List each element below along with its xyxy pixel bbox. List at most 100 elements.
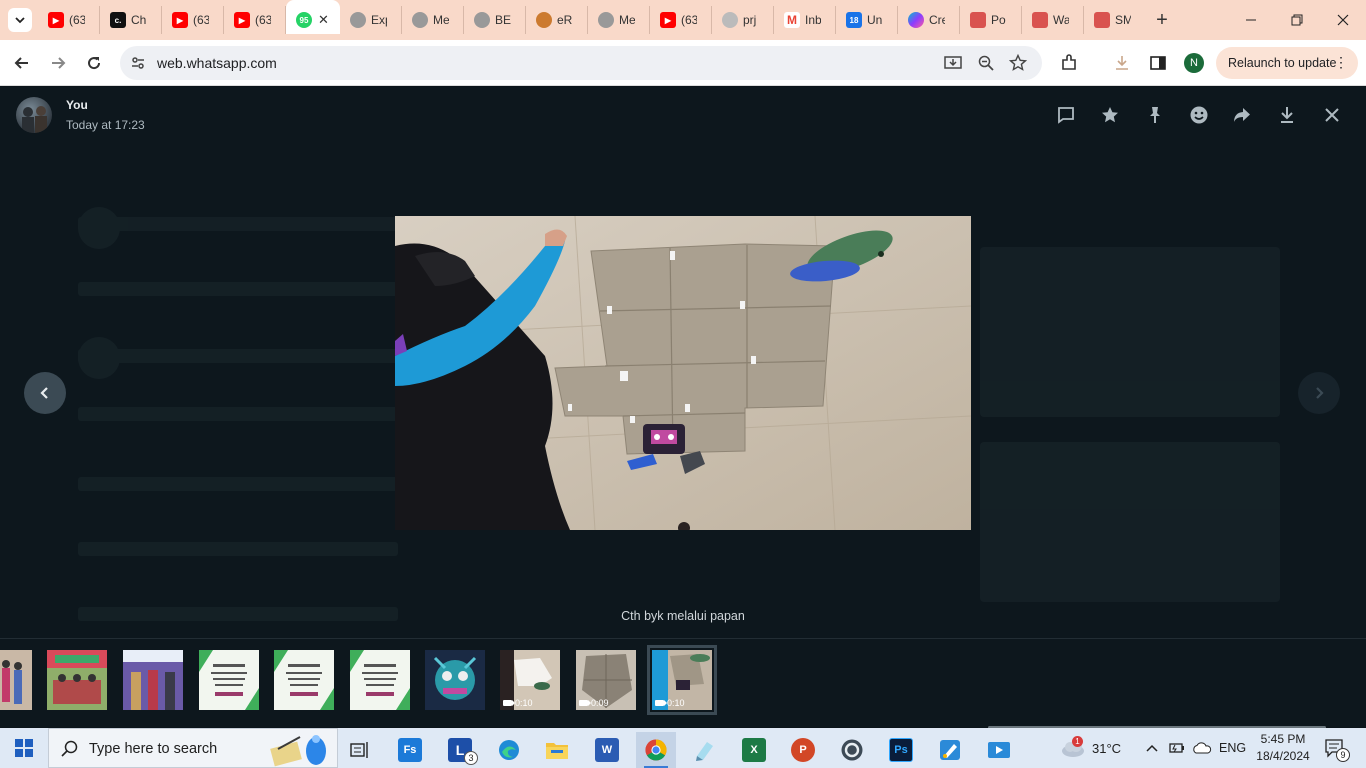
- thumbnail-people-photo[interactable]: [0, 650, 32, 710]
- weather-widget[interactable]: 1 31°C: [1060, 728, 1121, 768]
- arrow-left-icon: [14, 57, 28, 69]
- taskbar-clock[interactable]: 5:45 PM 18/4/2024: [1250, 731, 1316, 765]
- tab-search-button[interactable]: [8, 8, 32, 32]
- window-close-button[interactable]: [1320, 0, 1366, 40]
- taskbar-chrome[interactable]: [636, 732, 676, 768]
- tab-label: prj: [743, 13, 757, 27]
- taskbar-edge[interactable]: [489, 732, 529, 768]
- thumbnail-robot-photo[interactable]: [425, 650, 485, 710]
- zoom-icon[interactable]: [976, 53, 996, 73]
- task-view-button[interactable]: [340, 732, 380, 768]
- tab[interactable]: prj: [712, 6, 774, 34]
- thumbnail-stage-photo[interactable]: [123, 650, 183, 710]
- install-app-icon[interactable]: [943, 53, 963, 73]
- chevron-down-icon: [15, 17, 25, 24]
- onedrive-button[interactable]: [1192, 728, 1212, 768]
- tab[interactable]: ▶ (63: [38, 6, 100, 34]
- download-media-button[interactable]: [1275, 103, 1299, 127]
- thumbnail-video[interactable]: 0:10: [500, 650, 560, 710]
- ghost-row: [78, 542, 398, 556]
- taskbar-powerpoint[interactable]: P: [783, 732, 823, 768]
- taskbar-fs-app[interactable]: Fs: [390, 732, 430, 768]
- address-bar[interactable]: web.whatsapp.com: [120, 46, 1042, 80]
- tab[interactable]: eRi: [526, 6, 588, 34]
- download-icon: [1281, 107, 1293, 123]
- taskbar-notes[interactable]: [685, 732, 725, 768]
- close-tab-icon[interactable]: ✕: [318, 12, 329, 28]
- arrow-right-icon: [52, 57, 66, 69]
- taskbar-photoshop[interactable]: Ps: [881, 732, 921, 768]
- tab[interactable]: ▶ (63: [162, 6, 224, 34]
- tab[interactable]: ▶ (63: [650, 6, 712, 34]
- tab-whatsapp-active[interactable]: 95 ✕: [286, 0, 340, 34]
- taskbar-search-box[interactable]: Type here to search: [48, 728, 338, 768]
- thumbnail-invitation-card[interactable]: [350, 650, 410, 710]
- tab[interactable]: c. Ch: [100, 6, 162, 34]
- restore-button[interactable]: [1274, 0, 1320, 40]
- next-media-button[interactable]: [1298, 372, 1340, 414]
- react-button[interactable]: [1187, 103, 1211, 127]
- thumbnail-invitation-card[interactable]: [199, 650, 259, 710]
- bookmark-star-icon[interactable]: [1008, 53, 1028, 73]
- new-tab-button[interactable]: +: [1150, 8, 1174, 32]
- side-panel-icon[interactable]: [1148, 53, 1168, 73]
- reply-button[interactable]: [1054, 103, 1078, 127]
- reload-button[interactable]: [80, 49, 108, 77]
- tab[interactable]: Cre: [898, 6, 960, 34]
- thumbnail-invitation-card[interactable]: [274, 650, 334, 710]
- more-menu-icon[interactable]: ⋮: [1334, 54, 1348, 71]
- show-hidden-icons-button[interactable]: [1145, 728, 1159, 768]
- previous-media-button[interactable]: [24, 372, 66, 414]
- taskbar-video-editor[interactable]: [979, 732, 1019, 768]
- tab-label: SM: [1115, 13, 1131, 27]
- tab[interactable]: BEI: [464, 6, 526, 34]
- notification-center-button[interactable]: 9: [1324, 728, 1350, 768]
- character-ai-icon: c.: [110, 12, 126, 28]
- tab[interactable]: Exp: [340, 6, 402, 34]
- video-camera-icon: [503, 700, 515, 706]
- taskbar-excel[interactable]: X: [734, 732, 774, 768]
- taskbar-obs[interactable]: [832, 732, 872, 768]
- taskbar-lync[interactable]: L 3: [440, 732, 480, 768]
- thumbnail-video[interactable]: 0:09: [576, 650, 636, 710]
- tab[interactable]: ▶ (63: [224, 6, 286, 34]
- star-button[interactable]: [1098, 103, 1122, 127]
- tab[interactable]: 18 Un: [836, 6, 898, 34]
- profile-avatar[interactable]: N: [1184, 53, 1204, 73]
- forward-button[interactable]: [44, 49, 72, 77]
- tab[interactable]: Wa: [1022, 6, 1084, 34]
- minimize-button[interactable]: [1228, 0, 1274, 40]
- star-icon: [1102, 107, 1118, 123]
- tab[interactable]: Me: [402, 6, 464, 34]
- taskbar-paint[interactable]: [930, 732, 970, 768]
- tab[interactable]: M Inb: [774, 6, 836, 34]
- chevron-up-icon: [1146, 744, 1158, 752]
- chrome-icon: [645, 739, 667, 761]
- calendar-icon: 18: [846, 12, 862, 28]
- site-info-icon[interactable]: [128, 53, 148, 73]
- close-viewer-button[interactable]: [1320, 103, 1344, 127]
- photoshop-icon: Ps: [889, 738, 913, 762]
- forward-button[interactable]: [1230, 103, 1254, 127]
- thumbnail-video-selected[interactable]: 0:10: [647, 645, 717, 715]
- ghost-row: [78, 349, 398, 363]
- media-frame[interactable]: [395, 216, 971, 530]
- tab[interactable]: Me: [588, 6, 650, 34]
- start-button[interactable]: [0, 728, 48, 768]
- back-button[interactable]: [8, 49, 36, 77]
- search-placeholder: Type here to search: [89, 741, 218, 757]
- battery-button[interactable]: [1168, 728, 1186, 768]
- sender-avatar[interactable]: [16, 97, 52, 133]
- language-indicator[interactable]: ENG: [1219, 728, 1246, 768]
- tab[interactable]: SM: [1084, 6, 1146, 34]
- search-highlight-widget: [270, 735, 326, 767]
- pin-button[interactable]: [1143, 103, 1167, 127]
- taskbar-word[interactable]: W: [587, 732, 627, 768]
- extensions-icon[interactable]: [1059, 53, 1079, 73]
- tab[interactable]: Po: [960, 6, 1022, 34]
- download-icon[interactable]: [1112, 53, 1132, 73]
- relaunch-button[interactable]: Relaunch to update ⋮: [1216, 47, 1358, 79]
- taskbar-file-explorer[interactable]: [537, 732, 577, 768]
- thumbnail-group-photo[interactable]: [47, 650, 107, 710]
- globe-icon: [412, 12, 428, 28]
